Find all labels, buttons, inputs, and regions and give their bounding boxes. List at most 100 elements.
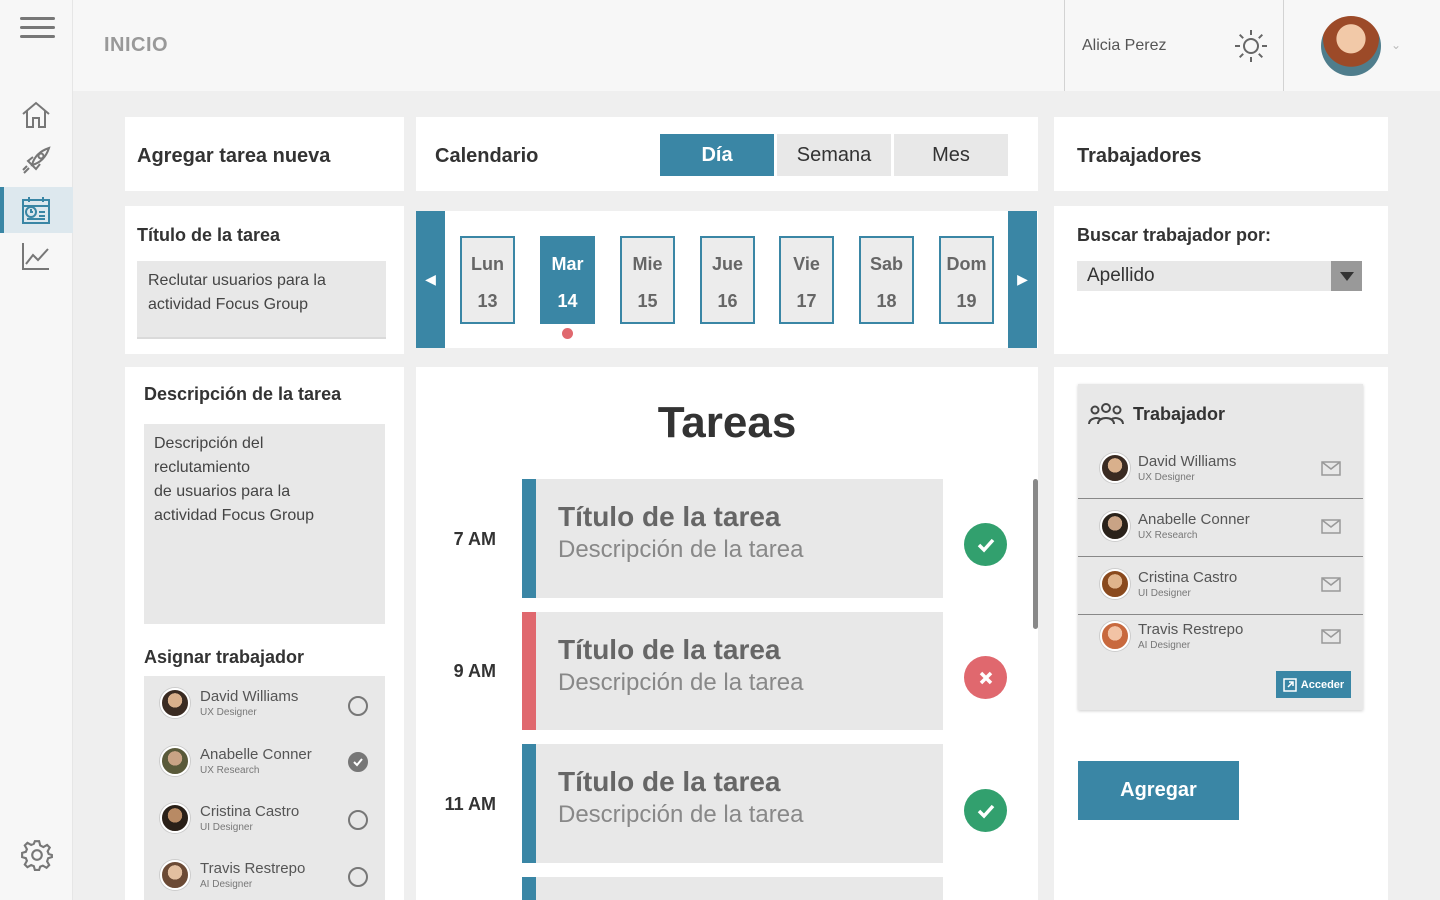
avatar [1100, 511, 1130, 541]
avatar [1100, 569, 1130, 599]
avatar [160, 746, 190, 776]
sidebar-item-stats[interactable] [0, 233, 73, 279]
assign-radio[interactable] [348, 867, 368, 887]
task-title-input[interactable]: Reclutar usuarios para la actividad Focu… [137, 261, 386, 339]
search-by-select[interactable]: Apellido [1077, 261, 1362, 291]
mail-icon[interactable] [1321, 461, 1341, 481]
worker-row[interactable]: Anabelle Conner UX Research [1078, 499, 1363, 557]
sidebar [0, 0, 73, 900]
worker-name: Travis Restrepo [200, 860, 306, 877]
user-avatar[interactable] [1321, 16, 1381, 76]
day-cell[interactable]: Dom 19 [939, 236, 994, 324]
caret-down-icon [1339, 271, 1354, 281]
worker-name: Anabelle Conner [200, 746, 312, 763]
task-card[interactable]: Título de la tarea Descripción de la tar… [522, 744, 943, 863]
assign-radio[interactable] [348, 696, 368, 716]
user-name: Alicia Perez [1082, 37, 1167, 54]
task-time: 9 AM [453, 661, 496, 681]
chart-icon [22, 243, 49, 270]
task-time: 11 AM [444, 794, 496, 814]
task-card-partial[interactable] [522, 877, 943, 900]
task-status-done[interactable] [964, 523, 1007, 566]
tab-week[interactable]: Semana [777, 134, 891, 176]
worker-role: UX Designer [1138, 472, 1195, 483]
worker-name: Anabelle Conner [1138, 511, 1250, 528]
day-cell-selected[interactable]: Mar 14 [540, 236, 595, 324]
worker-role: UI Designer [1138, 588, 1191, 599]
worker-role: AI Designer [200, 879, 253, 890]
new-task-header: Agregar tarea nueva [137, 145, 331, 167]
avatar [160, 688, 190, 718]
task-card-title: Título de la tarea [558, 766, 781, 797]
task-card[interactable]: Título de la tarea Descripción de la tar… [522, 612, 943, 730]
list-item[interactable]: Anabelle Conner UX Research [160, 746, 312, 776]
panel-title: Trabajador [1133, 404, 1226, 424]
day-cell[interactable]: Vie 17 [779, 236, 834, 324]
worker-name: Cristina Castro [200, 803, 300, 820]
task-desc-input[interactable]: Descripción del reclutamiento de usuario… [144, 424, 385, 624]
day-cell[interactable]: Sab 18 [859, 236, 914, 324]
worker-role: UX Research [1138, 530, 1198, 541]
sidebar-item-home[interactable] [0, 92, 73, 138]
header-divider [1283, 0, 1284, 91]
tab-month[interactable]: Mes [894, 134, 1008, 176]
day-cell[interactable]: Lun 13 [460, 236, 515, 324]
access-label: Acceder [1300, 678, 1345, 691]
task-card-title: Título de la tarea [558, 501, 781, 532]
day-cell[interactable]: Mie 15 [620, 236, 675, 324]
worker-row[interactable]: David Williams UX Designer [1078, 441, 1363, 499]
list-item[interactable]: David Williams UX Designer [160, 688, 298, 718]
check-icon [977, 804, 994, 819]
tasks-title: Tareas [657, 398, 797, 447]
avatar [160, 860, 190, 890]
worker-role: UX Designer [200, 707, 257, 718]
sidebar-item-calendar[interactable] [0, 187, 73, 233]
list-item[interactable]: Cristina Castro UI Designer [160, 803, 299, 833]
page-title: INICIO [104, 34, 169, 56]
task-title-label: Título de la tarea [137, 225, 281, 245]
task-status-done[interactable] [964, 789, 1007, 832]
access-button[interactable]: Acceder [1276, 671, 1351, 698]
home-icon [22, 101, 50, 128]
check-icon [977, 538, 994, 553]
prev-week-button[interactable]: ◀ [416, 211, 445, 348]
assign-radio[interactable] [348, 810, 368, 830]
theme-toggle[interactable] [1233, 28, 1269, 69]
gear-icon [21, 840, 53, 871]
task-status-cancelled[interactable] [964, 656, 1007, 699]
worker-name: David Williams [200, 688, 299, 705]
new-task-header-card: Agregar tarea nueva [125, 117, 404, 191]
list-item[interactable]: Travis Restrepo AI Designer [160, 860, 305, 890]
worker-row[interactable]: Cristina Castro UI Designer [1078, 557, 1363, 615]
dropdown-button[interactable] [1331, 261, 1362, 291]
task-card-desc: Descripción de la tarea [558, 801, 804, 828]
mail-icon[interactable] [1321, 629, 1341, 649]
day-cell[interactable]: Jue 16 [700, 236, 755, 324]
mail-icon[interactable] [1321, 577, 1341, 597]
assign-radio-checked[interactable] [348, 752, 368, 772]
next-week-button[interactable]: ▶ [1008, 211, 1037, 348]
header-divider [1064, 0, 1065, 91]
chevron-down-icon[interactable]: ⌄ [1391, 38, 1401, 52]
tab-day[interactable]: Día [660, 134, 774, 176]
add-button[interactable]: Agregar [1078, 761, 1239, 820]
avatar [160, 803, 190, 833]
tasks-scrollbar[interactable] [1033, 479, 1038, 629]
mail-icon[interactable] [1321, 519, 1341, 539]
avatar [1100, 453, 1130, 483]
sidebar-item-launch[interactable] [0, 138, 73, 184]
task-card-desc: Descripción de la tarea [558, 669, 804, 696]
hamburger-menu-icon[interactable] [20, 17, 55, 41]
workers-header: Trabajadores [1077, 145, 1202, 167]
worker-row[interactable]: Travis Restrepo AI Designer [1078, 615, 1363, 673]
worker-role: UX Research [200, 765, 260, 776]
search-worker-label: Buscar trabajador por: [1077, 225, 1272, 245]
settings-button[interactable] [20, 838, 54, 877]
worker-name: David Williams [1138, 453, 1237, 470]
select-value: Apellido [1087, 265, 1155, 286]
sun-icon [1235, 30, 1267, 62]
task-desc-label: Descripción de la tarea [144, 384, 342, 404]
worker-role: UI Designer [200, 822, 253, 833]
task-card[interactable]: Título de la tarea Descripción de la tar… [522, 479, 943, 598]
team-icon [1088, 401, 1124, 430]
